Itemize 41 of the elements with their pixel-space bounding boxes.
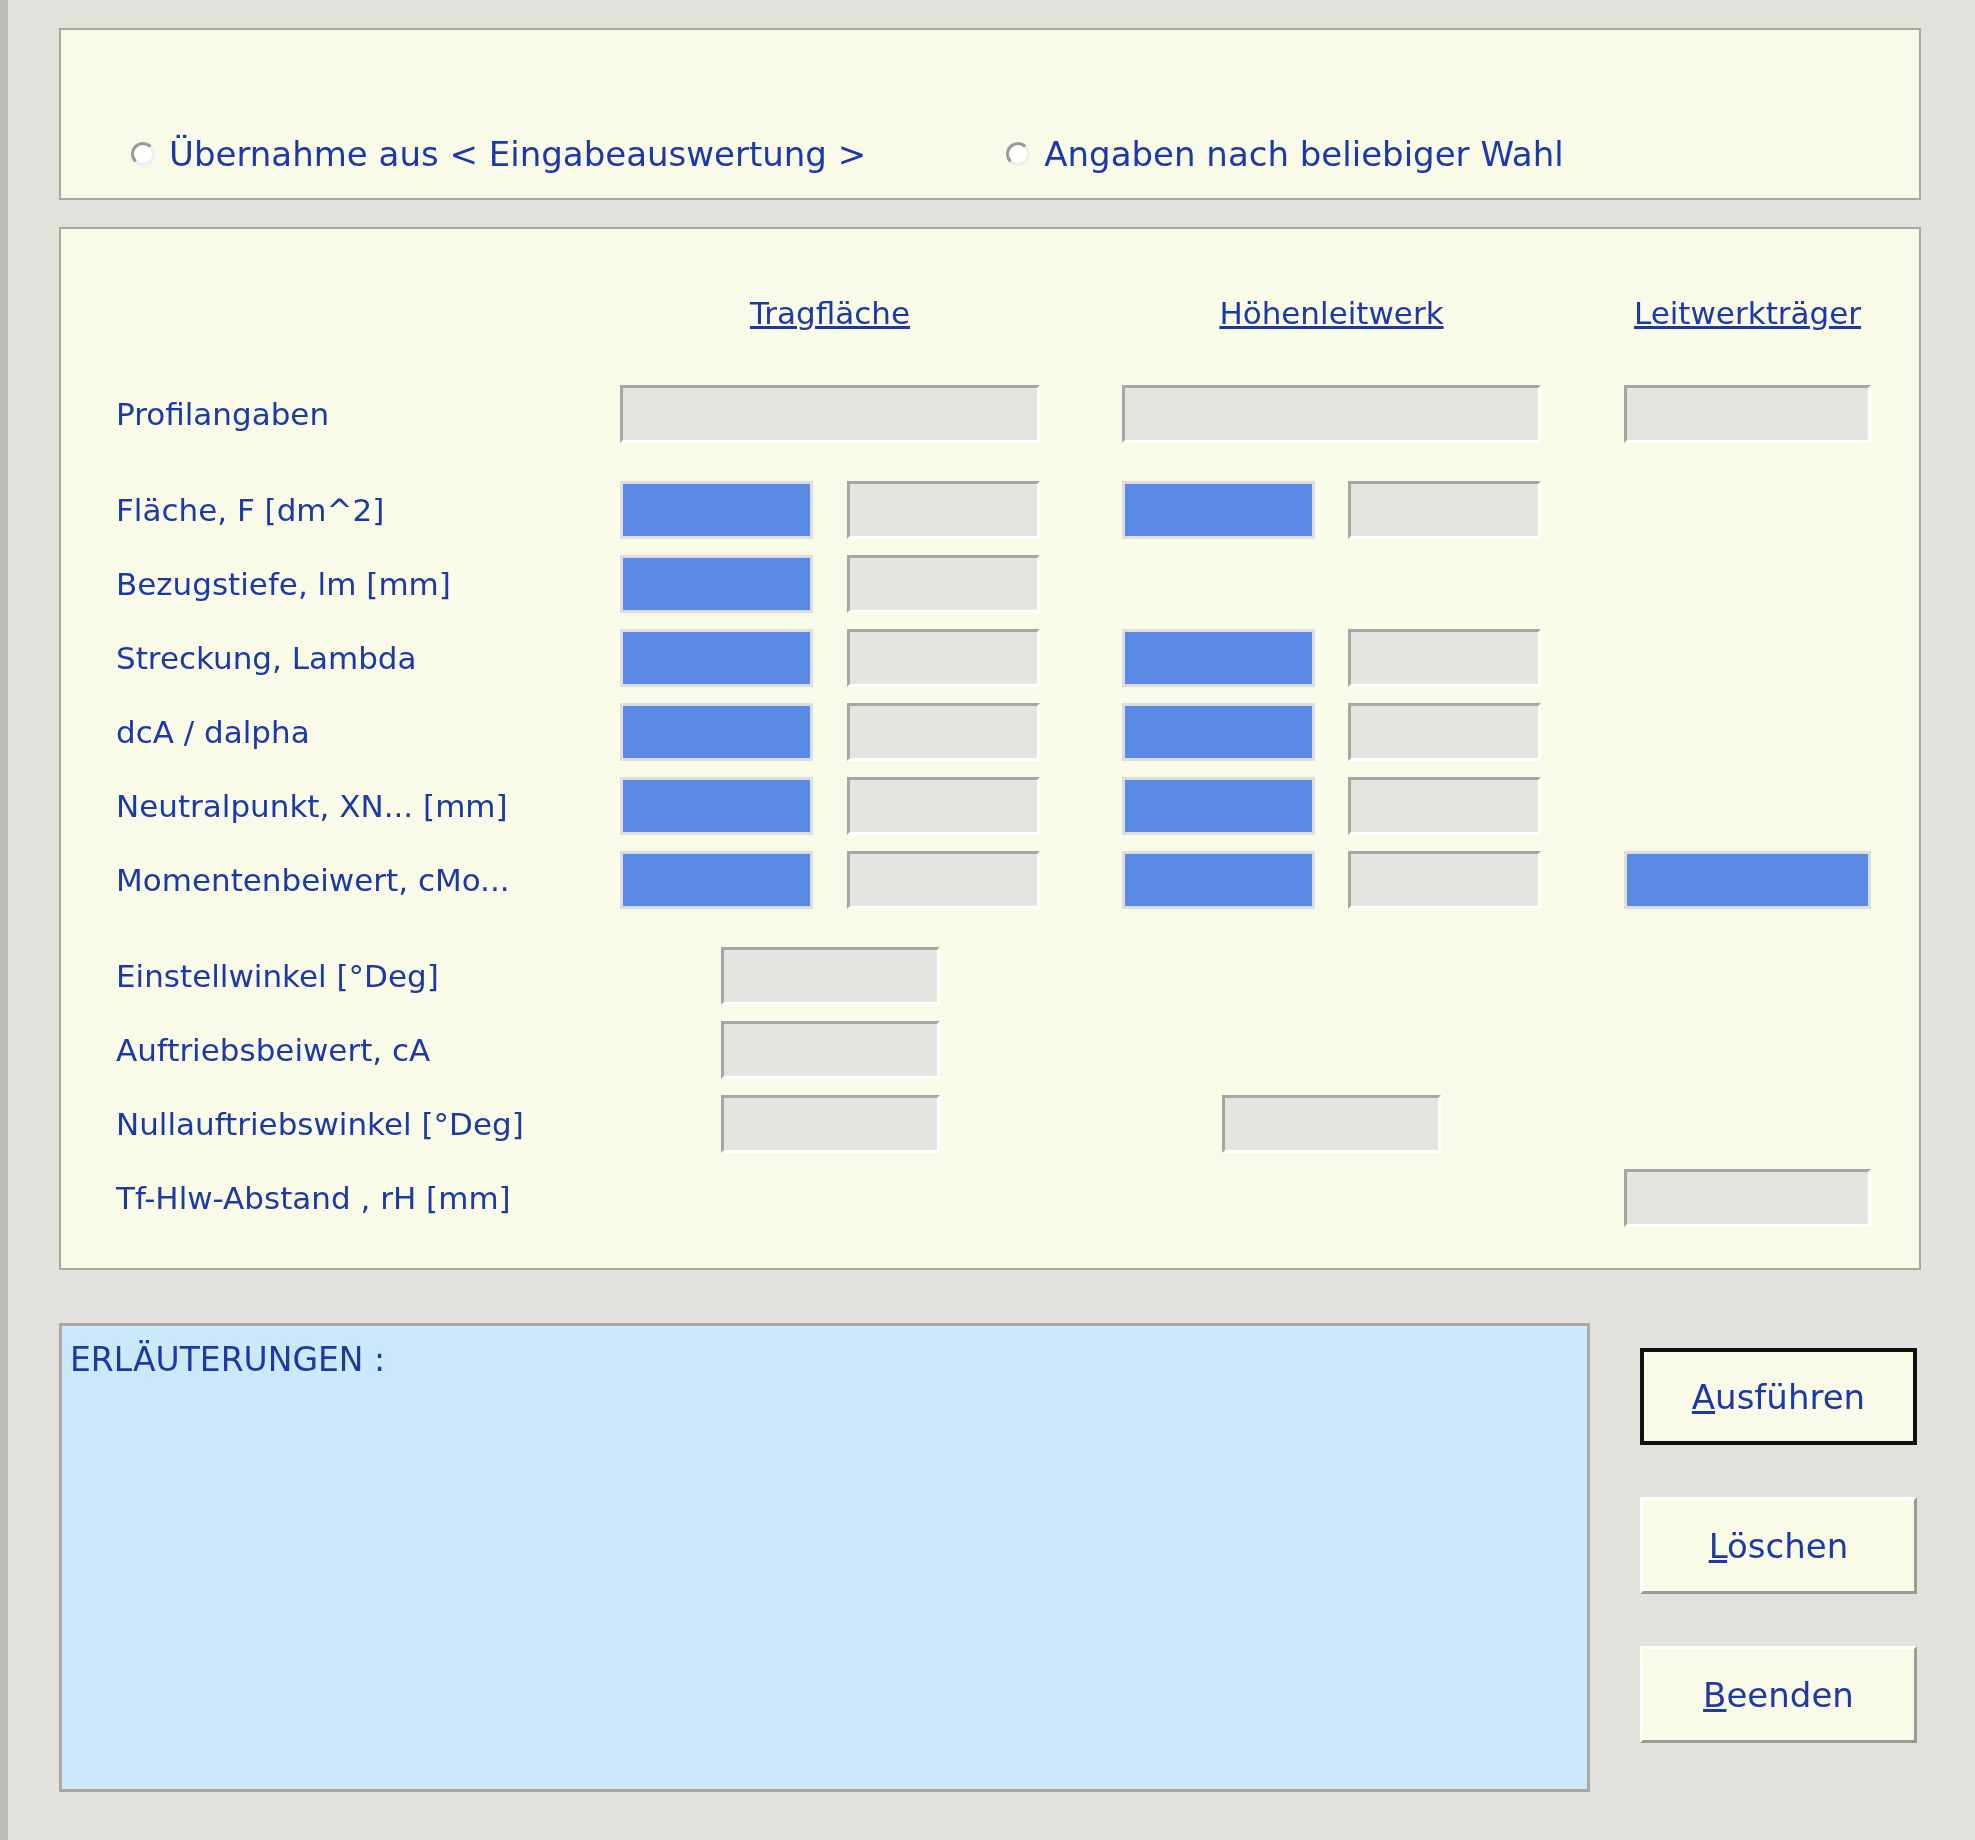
input-field[interactable] (1624, 1169, 1871, 1227)
row-label: Profilangaben (116, 396, 331, 432)
input-field[interactable] (1348, 777, 1541, 835)
input-field[interactable] (620, 385, 1040, 443)
input-field[interactable] (1348, 481, 1541, 539)
action-button[interactable]: Beenden (1640, 1646, 1917, 1743)
input-field[interactable] (847, 481, 1040, 539)
column-header: Leitwerkträger (1633, 295, 1862, 331)
row-label: Momentenbeiwert, cMo... (116, 862, 511, 898)
input-field[interactable] (1348, 703, 1541, 761)
row-label: dcA / dalpha (116, 714, 311, 750)
radio-option[interactable]: Angaben nach beliebiger Wahl (1006, 134, 1564, 174)
input-field[interactable] (720, 1095, 940, 1153)
row-label: Einstellwinkel [°Deg] (116, 958, 440, 994)
action-button[interactable]: Löschen (1640, 1497, 1917, 1594)
input-field[interactable] (1348, 629, 1541, 687)
input-field[interactable] (720, 1021, 940, 1079)
row-label: Auftriebsbeiwert, cA (116, 1032, 432, 1068)
input-field[interactable] (1348, 851, 1541, 909)
radio-button-icon[interactable] (1006, 142, 1031, 166)
input-field[interactable] (847, 777, 1040, 835)
input-field[interactable] (847, 629, 1040, 687)
row-label: Fläche, F [dm^2] (116, 492, 386, 528)
notes-title: ERLÄUTERUNGEN : (70, 1340, 386, 1379)
input-field[interactable] (847, 703, 1040, 761)
input-field[interactable] (1222, 1095, 1441, 1153)
input-field[interactable] (1624, 385, 1871, 443)
column-header: Tragfläche (749, 295, 911, 331)
input-field[interactable] (847, 851, 1040, 909)
input-field[interactable] (1122, 385, 1541, 443)
row-label: Bezugstiefe, lm [mm] (116, 566, 452, 602)
row-label: Nullauftriebswinkel [°Deg] (116, 1106, 525, 1142)
radio-option[interactable]: Übernahme aus < Eingabeauswertung > (131, 134, 867, 174)
input-field[interactable] (847, 555, 1040, 613)
row-label: Tf-Hlw-Abstand , rH [mm] (116, 1180, 512, 1216)
row-label: Neutralpunkt, XN... [mm] (116, 788, 509, 824)
action-button[interactable]: Ausführen (1640, 1348, 1917, 1445)
radio-button-icon[interactable] (131, 142, 155, 166)
column-header: Höhenleitwerk (1219, 295, 1444, 331)
row-label: Streckung, Lambda (116, 640, 418, 676)
input-field[interactable] (720, 947, 940, 1005)
